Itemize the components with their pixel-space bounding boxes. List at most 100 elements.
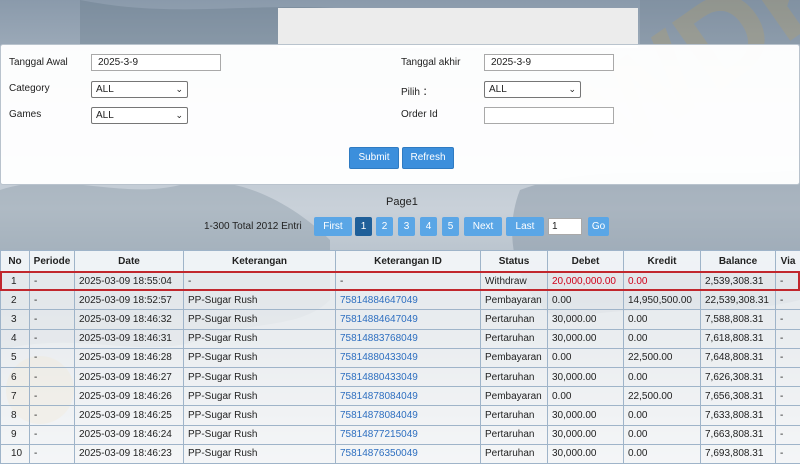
column-header-no[interactable]: No [0,250,30,272]
cell-date: 2025-03-09 18:46:24 [74,424,184,445]
cell-no: 5 [0,347,30,368]
column-header-balance[interactable]: Balance [700,250,776,272]
page-button-5[interactable]: 5 [442,217,459,236]
cell-via: - [775,424,800,445]
cell-balance: 2,539,308.31 [700,270,776,292]
pilih-select-value: ALL [489,84,507,95]
cell-keterangan-id[interactable]: 75814876350049 [335,443,481,464]
page-button-4[interactable]: 4 [420,217,437,236]
table-row[interactable]: 9-2025-03-09 18:46:24 PP-Sugar Rush 758148… [0,424,800,445]
cell-via: - [775,386,800,407]
cell-status: Pembayaran [480,290,548,311]
table-row[interactable]: 1-2025-03-09 18:55:04- - Withdraw 20,000,00… [0,270,800,292]
page-number-input[interactable]: 1 [548,218,582,235]
cell-debet: 0.00 [547,386,624,407]
table-row[interactable]: 4-2025-03-09 18:46:31 PP-Sugar Rush 758148… [0,328,800,349]
page-button-3[interactable]: 3 [398,217,415,236]
go-button[interactable]: Go [588,217,609,236]
cell-status: Pertaruhan [480,424,548,445]
cell-balance: 7,648,808.31 [700,347,776,368]
cell-keterangan-id[interactable]: 75814880433049 [335,366,481,388]
cell-keterangan: PP-Sugar Rush [183,443,336,464]
cell-via: - [775,366,800,388]
column-header-keterangan-id[interactable]: Keterangan ID [335,250,481,272]
cell-keterangan: PP-Sugar Rush [183,424,336,445]
cell-date: 2025-03-09 18:46:27 [74,366,184,388]
tanggal-awal-input[interactable]: 2025-3-9 [91,54,221,71]
cell-no: 10 [0,443,30,464]
chevron-down-icon: ⌄ [175,110,183,120]
pilih-label: Pilih ： [401,87,433,98]
cell-periode: - [29,366,75,388]
column-header-status[interactable]: Status [480,250,548,272]
order-id-input[interactable] [484,107,614,124]
table-row[interactable]: 8-2025-03-09 18:46:25 PP-Sugar Rush 758148… [0,405,800,426]
cell-keterangan-id[interactable]: 75814884647049 [335,309,481,330]
chevron-down-icon: ⌄ [568,84,576,94]
category-label: Category [9,83,50,94]
cell-no: 7 [0,386,30,407]
table-row[interactable]: 7-2025-03-09 18:46:26 PP-Sugar Rush 758148… [0,386,800,407]
column-header-periode[interactable]: Periode [29,250,75,272]
games-select[interactable]: ALL ⌄ [91,107,188,124]
submit-button[interactable]: Submit [349,147,399,169]
cell-keterangan-id[interactable]: 75814877215049 [335,424,481,445]
cell-keterangan: PP-Sugar Rush [183,309,336,330]
entri-count: 1-300 Total 2012 Entri [204,221,302,232]
table-row[interactable]: 5-2025-03-09 18:46:28 PP-Sugar Rush 758148… [0,347,800,368]
cell-kredit: 0.00 [623,270,701,292]
tanggal-akhir-label: Tanggal akhir [401,57,461,68]
pilih-select[interactable]: ALL ⌄ [484,81,581,98]
cell-debet: 0.00 [547,347,624,368]
cell-keterangan-id[interactable]: 75814880433049 [335,347,481,368]
page-button-1[interactable]: 1 [355,217,372,236]
table-row[interactable]: 10-2025-03-09 18:46:23 PP-Sugar Rush 75814… [0,443,800,464]
cell-via: - [775,309,800,330]
cell-status: Pertaruhan [480,366,548,388]
cell-keterangan-id[interactable]: 75814878084049 [335,386,481,407]
cell-status: Withdraw [480,270,548,292]
chevron-down-icon: ⌄ [175,84,183,94]
column-header-kredit[interactable]: Kredit [623,250,701,272]
tanggal-akhir-input[interactable]: 2025-3-9 [484,54,614,71]
cell-via: - [775,405,800,426]
cell-no: 4 [0,328,30,349]
table-row[interactable]: 3-2025-03-09 18:46:32 PP-Sugar Rush 758148… [0,309,800,330]
refresh-button[interactable]: Refresh [402,147,454,169]
cell-kredit: 22,500.00 [623,347,701,368]
cell-via: - [775,328,800,349]
cell-debet: 20,000,000.00 [547,270,624,292]
cell-kredit: 0.00 [623,405,701,426]
cell-keterangan-id[interactable]: 75814884647049 [335,290,481,311]
column-header-via[interactable]: Via [775,250,800,272]
cell-periode: - [29,347,75,368]
cell-via: - [775,443,800,464]
column-header-date[interactable]: Date [74,250,184,272]
cell-keterangan-id[interactable]: 75814883768049 [335,328,481,349]
cell-kredit: 0.00 [623,328,701,349]
last-page-button[interactable]: Last [506,217,544,236]
first-page-button[interactable]: First [314,217,352,236]
cell-keterangan: PP-Sugar Rush [183,405,336,426]
next-page-button[interactable]: Next [464,217,502,236]
cell-balance: 7,656,308.31 [700,386,776,407]
cell-via: - [775,347,800,368]
page-button-2[interactable]: 2 [376,217,393,236]
cell-debet: 0.00 [547,290,624,311]
table-header-row: No Periode Date Keterangan Keterangan ID… [0,250,800,272]
column-header-debet[interactable]: Debet [547,250,624,272]
column-header-keterangan[interactable]: Keterangan [183,250,336,272]
category-select[interactable]: ALL ⌄ [91,81,188,98]
cell-periode: - [29,443,75,464]
cell-debet: 30,000.00 [547,309,624,330]
cell-keterangan-id[interactable]: 75814878084049 [335,405,481,426]
table-row[interactable]: 2-2025-03-09 18:52:57 PP-Sugar Rush 758148… [0,290,800,311]
cell-no: 6 [0,366,30,388]
tanggal-awal-label: Tanggal Awal [9,57,68,68]
cell-date: 2025-03-09 18:55:04 [74,270,184,292]
cell-no: 8 [0,405,30,426]
cell-kredit: 0.00 [623,309,701,330]
table-row[interactable]: 6-2025-03-09 18:46:27 PP-Sugar Rush 758148… [0,366,800,388]
cell-balance: 7,588,808.31 [700,309,776,330]
cell-keterangan-id: - [335,270,481,292]
